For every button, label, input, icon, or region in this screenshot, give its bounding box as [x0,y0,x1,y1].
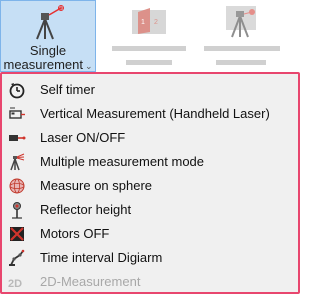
svg-text:2: 2 [154,19,158,26]
vertical-measurement-icon [9,107,25,119]
menu-item-label: Self timer [40,82,95,97]
menu-item-label: Reflector height [40,202,132,217]
menu-item-label: Multiple measurement mode [40,154,205,169]
menu-item-time-interval-digiarm[interactable]: Time interval Digiarm [4,246,296,270]
label-placeholder [126,60,172,65]
red-panel-12-icon: 1 2 [132,8,166,34]
menu-item-label: Measure on sphere [40,178,153,193]
label-placeholder [216,60,266,65]
menu-item-multiple-measurement-mode[interactable]: Multiple measurement mode [4,150,296,174]
panel-measurement-button[interactable]: 1 2 [104,0,194,72]
digiarm-icon [9,249,25,266]
menu-item-label: Vertical Measurement (Handheld Laser) [40,106,270,121]
label-placeholder [204,46,280,51]
svg-text:2D: 2D [8,278,22,290]
motors-off-icon [10,227,24,241]
svg-text:1: 1 [141,19,145,26]
menu-item-label: Motors OFF [40,226,110,241]
laser-icon [9,135,26,141]
single-measurement-button[interactable]: Single measurement ⌄ [0,0,96,72]
multiple-measurement-icon [10,153,25,171]
ribbon-toolbar: Single measurement ⌄ 1 2 [0,0,300,72]
target-measurement-button[interactable] [196,0,286,72]
self-timer-icon [9,83,25,99]
menu-item-measure-on-sphere[interactable]: Measure on sphere [4,174,296,198]
tripod-red-target-icon [226,6,256,38]
chevron-down-icon[interactable]: ⌄ [85,61,93,71]
menu-item-self-timer[interactable]: Self timer [4,78,296,102]
laser-tripod-icon [36,5,64,40]
menu-item-vertical-measurement[interactable]: Vertical Measurement (Handheld Laser) [4,102,296,126]
menu-item-label: 2D-Measurement [40,274,141,289]
sphere-icon [9,178,25,194]
reflector-height-icon [12,202,22,219]
menu-item-reflector-height[interactable]: Reflector height [4,198,296,222]
menu-item-2d-measurement: 2D 2D-Measurement [4,270,296,294]
menu-item-laser-on-off[interactable]: Laser ON/OFF [4,126,296,150]
label-placeholder [112,46,186,51]
single-measurement-label-line1: Single [29,43,67,58]
menu-item-label: Laser ON/OFF [40,130,126,145]
menu-item-motors-off[interactable]: Motors OFF [4,222,296,246]
menu-item-label: Time interval Digiarm [40,250,163,265]
2d-icon: 2D [8,278,22,290]
single-measurement-dropdown-menu: Self timer Vertical Measurement (Handhel… [0,72,300,294]
